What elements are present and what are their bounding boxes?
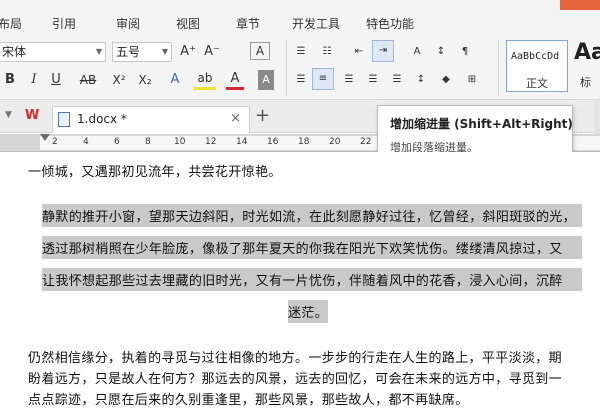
font-size-select[interactable]: 五号 ▼ xyxy=(112,42,172,62)
ruler-number: 22 xyxy=(360,137,372,147)
sort-icon[interactable]: ↕ xyxy=(432,42,450,62)
subscript-button[interactable]: X₂ xyxy=(134,70,156,90)
font-name-select[interactable]: 宋体 ▼ xyxy=(0,42,106,62)
chevron-down-icon: ▼ xyxy=(161,47,168,56)
selected-line: 透过那树梢照在少年脸庞，像极了那年夏天的你我在阳光下欢笑忧伤。缕缕清风掠过，又 xyxy=(42,236,582,259)
ruler-number: 12 xyxy=(205,137,217,147)
indent-marker[interactable] xyxy=(40,134,50,141)
window-accent-bar xyxy=(560,0,600,10)
superscript-button[interactable]: X² xyxy=(108,70,130,90)
underline-button[interactable]: U xyxy=(48,70,64,90)
ruler-number: 20 xyxy=(329,137,341,147)
group-divider xyxy=(286,40,287,96)
ribbon-toolbar: 宋体 ▼ 五号 ▼ A⁺ A⁻ A ☰ ☷ ⇤ ⇥ A ↕ ¶ B I U AB… xyxy=(0,34,600,100)
selected-line: 让我怀想起那些过去埋藏的旧时光，又有一片忧伤，伴随着风中的花香，浸入心间，沉醉 xyxy=(42,268,582,291)
paragraph-line: 一倾城，又遇那初见流年，共尝花开惊艳。 xyxy=(28,165,282,180)
paragraph-shading-icon[interactable]: ◆ xyxy=(436,70,456,90)
text-effect-button[interactable]: A xyxy=(166,70,184,90)
style-heading-sample[interactable]: Aa xyxy=(574,40,600,65)
align-right-icon[interactable]: ☰ xyxy=(340,70,358,90)
grow-font-button[interactable]: A⁺ xyxy=(178,42,198,62)
paragraph-line: 点点踪迹，只愿在后来的久别重逢里，那些风景，那些故人，都不再缺席。 xyxy=(28,393,469,408)
tab-view[interactable]: 视图 xyxy=(176,15,200,32)
character-shading-button[interactable]: A xyxy=(258,70,274,90)
bold-button[interactable]: B xyxy=(2,70,18,90)
align-justify-icon[interactable]: ☰ xyxy=(364,70,382,90)
selected-line: 迷茫。 xyxy=(288,300,329,323)
italic-button[interactable]: I xyxy=(26,70,42,90)
menu-bar: 布局 引用 审阅 视图 章节 开发工具 特色功能 xyxy=(0,0,600,34)
paragraph-line: 盼着远方，只是故人在何方？那远去的风景，远去的回忆，可会在未来的远方中，寻觅到一 xyxy=(28,372,563,387)
tab-layout[interactable]: 布局 xyxy=(0,15,22,32)
chevron-down-icon[interactable]: ▼ xyxy=(5,110,12,120)
selected-line: 静默的推开小窗，望那天边斜阳，时光如流，在此刻愿静好过往，忆曾经，斜阳斑驳的光， xyxy=(42,204,582,227)
line-spacing-icon[interactable]: ↕ xyxy=(412,70,430,90)
tab-special-features[interactable]: 特色功能 xyxy=(366,15,414,32)
ruler-number: 14 xyxy=(236,137,248,147)
ruler-number: 18 xyxy=(298,137,310,147)
style-normal-sample: AaBbCcDd xyxy=(511,51,560,62)
ruler-number: 4 xyxy=(83,137,89,147)
tooltip-title: 增加缩进量 (Shift+Alt+Right) xyxy=(390,117,573,131)
clear-format-button[interactable]: A xyxy=(250,42,270,60)
chevron-down-icon: ▼ xyxy=(95,47,102,56)
wps-logo-icon[interactable]: W xyxy=(25,108,39,123)
numbered-list-icon[interactable]: ☷ xyxy=(318,42,336,62)
ruler-number: 10 xyxy=(174,137,186,147)
decrease-indent-icon[interactable]: ⇤ xyxy=(350,42,368,62)
document-tab-title: 1.docx * xyxy=(77,112,127,126)
align-left-icon[interactable]: ☰ xyxy=(292,70,310,90)
font-name-value: 宋体 xyxy=(2,45,27,59)
tab-developer[interactable]: 开发工具 xyxy=(292,15,340,32)
tab-section[interactable]: 章节 xyxy=(236,15,260,32)
document-page[interactable]: 一倾城，又遇那初见流年，共尝花开惊艳。 静默的推开小窗，望那天边斜阳，时光如流，… xyxy=(0,152,600,412)
tab-review[interactable]: 审阅 xyxy=(116,15,140,32)
bullet-list-icon[interactable]: ☰ xyxy=(292,42,310,62)
font-size-value: 五号 xyxy=(116,45,141,59)
distributed-align-icon[interactable]: ☰ xyxy=(388,70,406,90)
tab-references[interactable]: 引用 xyxy=(52,15,76,32)
group-divider xyxy=(498,40,499,96)
new-tab-icon[interactable]: + xyxy=(255,105,270,126)
strikethrough-button[interactable]: AB xyxy=(76,70,100,90)
style-normal-label: 正文 xyxy=(526,77,548,90)
style-heading-label: 标 xyxy=(580,76,591,89)
document-tab[interactable]: 1.docx * × xyxy=(52,106,250,133)
ruler-number: 8 xyxy=(145,137,151,147)
ruler-number: 2 xyxy=(52,137,58,147)
border-icon[interactable]: ⊞ xyxy=(462,70,482,90)
chinese-layout-icon[interactable]: A xyxy=(408,42,426,62)
show-marks-icon[interactable]: ¶ xyxy=(456,42,474,62)
close-icon[interactable]: × xyxy=(230,111,241,126)
font-color-button[interactable]: A xyxy=(226,70,244,90)
shrink-font-button[interactable]: A⁻ xyxy=(202,42,222,62)
document-icon xyxy=(58,112,70,127)
align-center-icon[interactable]: ≡ xyxy=(312,68,334,90)
paragraph-line: 仍然相信缘分，执着的寻觅与过往相像的地方。一步步的行走在人生的路上，平平淡淡，期 xyxy=(28,351,563,366)
ruler-number: 6 xyxy=(114,137,120,147)
ruler-number: 16 xyxy=(267,137,279,147)
highlight-button[interactable]: ab xyxy=(194,70,216,90)
increase-indent-icon[interactable]: ⇥ xyxy=(372,40,394,62)
style-normal[interactable]: AaBbCcDd 正文 xyxy=(506,40,568,92)
